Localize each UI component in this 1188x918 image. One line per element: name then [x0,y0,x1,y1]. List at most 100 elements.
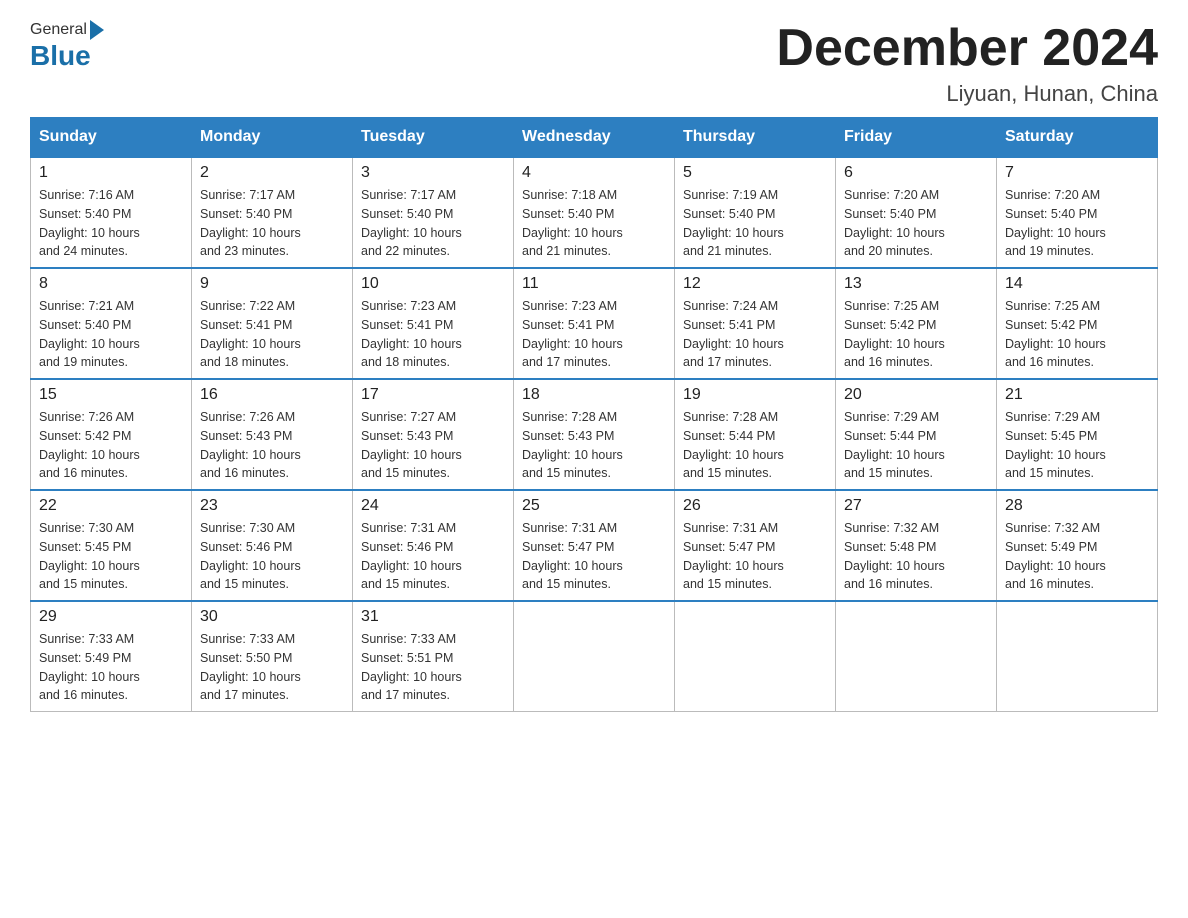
day-info: Sunrise: 7:29 AMSunset: 5:45 PMDaylight:… [1005,408,1149,483]
day-info: Sunrise: 7:26 AMSunset: 5:42 PMDaylight:… [39,408,183,483]
day-number: 22 [39,497,183,515]
calendar-cell: 28Sunrise: 7:32 AMSunset: 5:49 PMDayligh… [997,490,1158,601]
day-info: Sunrise: 7:24 AMSunset: 5:41 PMDaylight:… [683,297,827,372]
day-number: 4 [522,164,666,182]
day-number: 5 [683,164,827,182]
day-number: 19 [683,386,827,404]
logo: General Blue [30,20,107,72]
day-number: 11 [522,275,666,293]
col-header-wednesday: Wednesday [514,118,675,158]
day-number: 26 [683,497,827,515]
col-header-monday: Monday [192,118,353,158]
calendar-cell: 25Sunrise: 7:31 AMSunset: 5:47 PMDayligh… [514,490,675,601]
calendar-cell: 3 Sunrise: 7:17 AMSunset: 5:40 PMDaylight… [353,157,514,268]
calendar-cell: 2 Sunrise: 7:17 AMSunset: 5:40 PMDaylight… [192,157,353,268]
calendar-table: SundayMondayTuesdayWednesdayThursdayFrid… [30,117,1158,712]
calendar-week-5: 29Sunrise: 7:33 AMSunset: 5:49 PMDayligh… [31,601,1158,712]
day-info: Sunrise: 7:33 AMSunset: 5:50 PMDaylight:… [200,630,344,705]
calendar-week-2: 8 Sunrise: 7:21 AMSunset: 5:40 PMDaylight… [31,268,1158,379]
calendar-cell [514,601,675,712]
col-header-thursday: Thursday [675,118,836,158]
day-number: 17 [361,386,505,404]
calendar-cell: 26 Sunrise: 7:31 AMSunset: 5:47 PMDayligh… [675,490,836,601]
day-number: 12 [683,275,827,293]
day-number: 24 [361,497,505,515]
col-header-friday: Friday [836,118,997,158]
day-info: Sunrise: 7:29 AMSunset: 5:44 PMDaylight:… [844,408,988,483]
calendar-cell: 20 Sunrise: 7:29 AMSunset: 5:44 PMDayligh… [836,379,997,490]
calendar-cell: 23Sunrise: 7:30 AMSunset: 5:46 PMDayligh… [192,490,353,601]
calendar-week-1: 1 Sunrise: 7:16 AMSunset: 5:40 PMDaylight… [31,157,1158,268]
calendar-header-row: SundayMondayTuesdayWednesdayThursdayFrid… [31,118,1158,158]
day-info: Sunrise: 7:20 AMSunset: 5:40 PMDaylight:… [844,186,988,261]
day-info: Sunrise: 7:16 AMSunset: 5:40 PMDaylight:… [39,186,183,261]
day-info: Sunrise: 7:31 AMSunset: 5:47 PMDaylight:… [522,519,666,594]
calendar-week-3: 15 Sunrise: 7:26 AMSunset: 5:42 PMDayligh… [31,379,1158,490]
day-info: Sunrise: 7:17 AMSunset: 5:40 PMDaylight:… [361,186,505,261]
calendar-cell: 7 Sunrise: 7:20 AMSunset: 5:40 PMDaylight… [997,157,1158,268]
calendar-cell: 18 Sunrise: 7:28 AMSunset: 5:43 PMDayligh… [514,379,675,490]
day-info: Sunrise: 7:28 AMSunset: 5:43 PMDaylight:… [522,408,666,483]
day-number: 28 [1005,497,1149,515]
calendar-cell: 12 Sunrise: 7:24 AMSunset: 5:41 PMDayligh… [675,268,836,379]
logo-general-text: General [30,21,87,39]
calendar-week-4: 22 Sunrise: 7:30 AMSunset: 5:45 PMDayligh… [31,490,1158,601]
col-header-sunday: Sunday [31,118,192,158]
col-header-saturday: Saturday [997,118,1158,158]
calendar-cell [997,601,1158,712]
day-number: 3 [361,164,505,182]
calendar-cell: 29Sunrise: 7:33 AMSunset: 5:49 PMDayligh… [31,601,192,712]
calendar-cell: 22 Sunrise: 7:30 AMSunset: 5:45 PMDayligh… [31,490,192,601]
day-number: 9 [200,275,344,293]
calendar-cell: 27Sunrise: 7:32 AMSunset: 5:48 PMDayligh… [836,490,997,601]
day-info: Sunrise: 7:21 AMSunset: 5:40 PMDaylight:… [39,297,183,372]
day-info: Sunrise: 7:33 AMSunset: 5:51 PMDaylight:… [361,630,505,705]
day-info: Sunrise: 7:26 AMSunset: 5:43 PMDaylight:… [200,408,344,483]
day-info: Sunrise: 7:30 AMSunset: 5:46 PMDaylight:… [200,519,344,594]
day-number: 1 [39,164,183,182]
calendar-cell: 9 Sunrise: 7:22 AMSunset: 5:41 PMDaylight… [192,268,353,379]
calendar-cell: 15 Sunrise: 7:26 AMSunset: 5:42 PMDayligh… [31,379,192,490]
day-info: Sunrise: 7:19 AMSunset: 5:40 PMDaylight:… [683,186,827,261]
month-title: December 2024 [776,20,1158,77]
day-number: 8 [39,275,183,293]
calendar-cell: 5 Sunrise: 7:19 AMSunset: 5:40 PMDaylight… [675,157,836,268]
day-number: 13 [844,275,988,293]
day-number: 18 [522,386,666,404]
day-info: Sunrise: 7:27 AMSunset: 5:43 PMDaylight:… [361,408,505,483]
day-info: Sunrise: 7:25 AMSunset: 5:42 PMDaylight:… [1005,297,1149,372]
day-info: Sunrise: 7:33 AMSunset: 5:49 PMDaylight:… [39,630,183,705]
calendar-cell: 31 Sunrise: 7:33 AMSunset: 5:51 PMDayligh… [353,601,514,712]
day-number: 16 [200,386,344,404]
day-number: 6 [844,164,988,182]
calendar-cell: 14Sunrise: 7:25 AMSunset: 5:42 PMDayligh… [997,268,1158,379]
calendar-cell: 13Sunrise: 7:25 AMSunset: 5:42 PMDayligh… [836,268,997,379]
day-info: Sunrise: 7:30 AMSunset: 5:45 PMDaylight:… [39,519,183,594]
day-number: 21 [1005,386,1149,404]
calendar-cell: 4 Sunrise: 7:18 AMSunset: 5:40 PMDaylight… [514,157,675,268]
day-info: Sunrise: 7:31 AMSunset: 5:47 PMDaylight:… [683,519,827,594]
calendar-cell: 16 Sunrise: 7:26 AMSunset: 5:43 PMDayligh… [192,379,353,490]
day-number: 20 [844,386,988,404]
day-info: Sunrise: 7:23 AMSunset: 5:41 PMDaylight:… [522,297,666,372]
day-number: 2 [200,164,344,182]
title-block: December 2024 Liyuan, Hunan, China [776,20,1158,107]
calendar-cell: 17 Sunrise: 7:27 AMSunset: 5:43 PMDayligh… [353,379,514,490]
calendar-cell: 6 Sunrise: 7:20 AMSunset: 5:40 PMDaylight… [836,157,997,268]
day-number: 31 [361,608,505,626]
day-info: Sunrise: 7:20 AMSunset: 5:40 PMDaylight:… [1005,186,1149,261]
day-info: Sunrise: 7:23 AMSunset: 5:41 PMDaylight:… [361,297,505,372]
col-header-tuesday: Tuesday [353,118,514,158]
day-number: 10 [361,275,505,293]
day-number: 15 [39,386,183,404]
day-info: Sunrise: 7:18 AMSunset: 5:40 PMDaylight:… [522,186,666,261]
day-number: 27 [844,497,988,515]
calendar-cell: 8 Sunrise: 7:21 AMSunset: 5:40 PMDaylight… [31,268,192,379]
logo-arrow-icon [90,20,104,40]
day-number: 7 [1005,164,1149,182]
calendar-cell: 1 Sunrise: 7:16 AMSunset: 5:40 PMDaylight… [31,157,192,268]
page-header: General Blue December 2024 Liyuan, Hunan… [30,20,1158,107]
day-info: Sunrise: 7:22 AMSunset: 5:41 PMDaylight:… [200,297,344,372]
calendar-cell: 19Sunrise: 7:28 AMSunset: 5:44 PMDayligh… [675,379,836,490]
day-info: Sunrise: 7:17 AMSunset: 5:40 PMDaylight:… [200,186,344,261]
